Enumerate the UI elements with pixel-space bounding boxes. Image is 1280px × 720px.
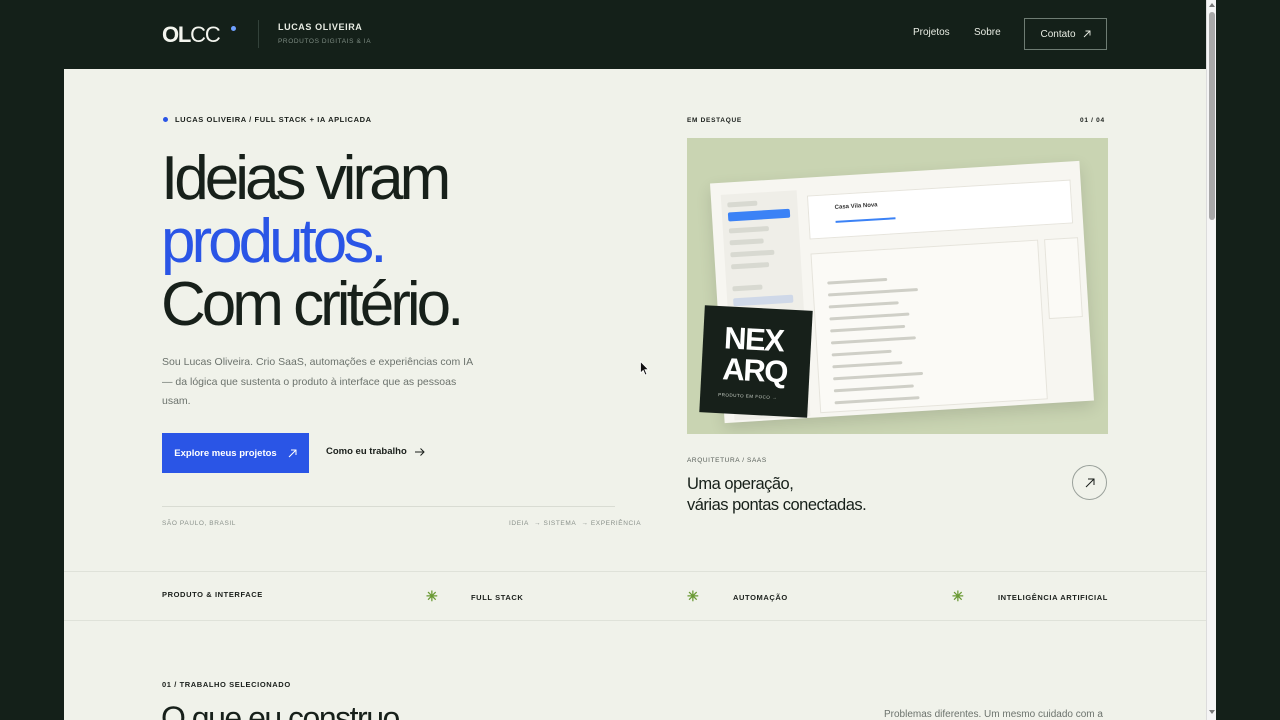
contact-button[interactable]: Contato <box>1024 18 1107 50</box>
featured-image[interactable]: Casa Vila Nova NEX ARQ PRODUTO EM FOCO → <box>687 138 1108 434</box>
strip-item-ia: INTELIGÊNCIA ARTIFICIAL <box>998 593 1108 602</box>
strip-item-fullstack: FULL STACK <box>471 593 524 602</box>
mouse-cursor-icon <box>640 361 650 376</box>
location-text: SÃO PAULO, BRASIL <box>162 520 237 527</box>
asterisk-icon: ✳ <box>687 588 699 604</box>
mockup-project-name: Casa Vila Nova <box>834 202 878 211</box>
header-divider <box>258 20 259 48</box>
brand-name: LUCAS OLIVEIRA <box>278 22 363 32</box>
strip-item-produto: PRODUTO & INTERFACE <box>162 590 263 599</box>
logo[interactable]: OLCC <box>162 22 221 48</box>
featured-counter: 01 / 04 <box>1080 117 1105 124</box>
featured-label: EM DESTAQUE <box>687 117 742 124</box>
hero-title-line3: Com critério. <box>161 270 464 339</box>
featured-title-line1: Uma operação, <box>687 475 794 493</box>
logo-light: CC <box>190 22 221 47</box>
asterisk-icon: ✳ <box>426 588 438 604</box>
scroll-up-icon[interactable] <box>1209 3 1215 7</box>
tag-ideia: IDEIA <box>509 520 529 527</box>
section-description: Problemas diferentes. Um mesmo cuidado c… <box>884 709 1103 720</box>
featured-open-button[interactable] <box>1072 465 1107 500</box>
nexarq-badge: NEX ARQ PRODUTO EM FOCO → <box>699 305 813 418</box>
process-tags: IDEIA → SISTEMA → EXPERIÊNCIA <box>506 520 641 527</box>
section-title: O que eu construo <box>161 700 400 720</box>
tag-experiencia: → EXPERIÊNCIA <box>581 520 642 527</box>
arrow-right-icon <box>414 447 425 456</box>
scroll-down-icon[interactable] <box>1209 710 1215 714</box>
hero-divider <box>162 506 615 507</box>
main-content: LUCAS OLIVEIRA / FULL STACK + IA APLICAD… <box>64 69 1206 720</box>
strip-item-automacao: AUTOMAÇÃO <box>733 593 788 602</box>
featured-title-line2: várias pontas conectadas. <box>687 496 867 514</box>
mockup-side-panel <box>1044 237 1083 320</box>
hero-eyebrow: LUCAS OLIVEIRA / FULL STACK + IA APLICAD… <box>175 115 372 124</box>
hero-title-line1: Ideias viram <box>161 144 451 213</box>
arrow-up-right-icon <box>1085 478 1094 487</box>
mockup-project-card: Casa Vila Nova <box>806 179 1074 240</box>
logo-dot <box>231 26 236 31</box>
strip-divider-bottom <box>64 620 1206 621</box>
how-i-work-label: Como eu trabalho <box>326 446 407 457</box>
scrollbar-thumb[interactable] <box>1209 12 1215 220</box>
nexarq-badge-caption: PRODUTO EM FOCO → <box>718 392 778 401</box>
arrow-up-right-icon <box>288 449 297 457</box>
arrow-up-right-icon <box>1083 30 1090 38</box>
contact-label: Contato <box>1040 28 1076 40</box>
brand-subtitle: PRODUTOS DIGITAIS & IA <box>278 38 372 45</box>
nexarq-logo-text: NEX ARQ <box>721 320 788 390</box>
hero-description: Sou Lucas Oliveira. Crio SaaS, automaçõe… <box>162 356 473 407</box>
section-label: 01 / TRABALHO SELECIONADO <box>162 680 291 689</box>
hero-title: Ideias viram produtos. Com critério. <box>161 144 464 339</box>
featured-title: Uma operação, várias pontas conectadas. <box>687 474 867 516</box>
nav-link-projetos[interactable]: Projetos <box>913 27 950 38</box>
tag-sistema: → SISTEMA <box>534 520 576 527</box>
nav-link-sobre[interactable]: Sobre <box>974 27 1001 38</box>
page-scrollbar[interactable] <box>1206 0 1216 720</box>
eyebrow-dot <box>163 117 168 122</box>
hero-title-line2: produtos. <box>161 207 388 276</box>
featured-category: ARQUITETURA / SAAS <box>687 457 767 464</box>
logo-bold: OL <box>162 22 191 47</box>
explore-projects-label: Explore meus projetos <box>174 447 277 459</box>
site-header: OLCC LUCAS OLIVEIRA PRODUTOS DIGITAIS & … <box>0 0 1206 69</box>
mockup-task-list <box>810 239 1048 414</box>
explore-projects-button[interactable]: Explore meus projetos <box>162 433 309 473</box>
how-i-work-link[interactable]: Como eu trabalho <box>326 446 425 457</box>
strip-divider-top <box>64 571 1206 572</box>
asterisk-icon: ✳ <box>952 588 964 604</box>
